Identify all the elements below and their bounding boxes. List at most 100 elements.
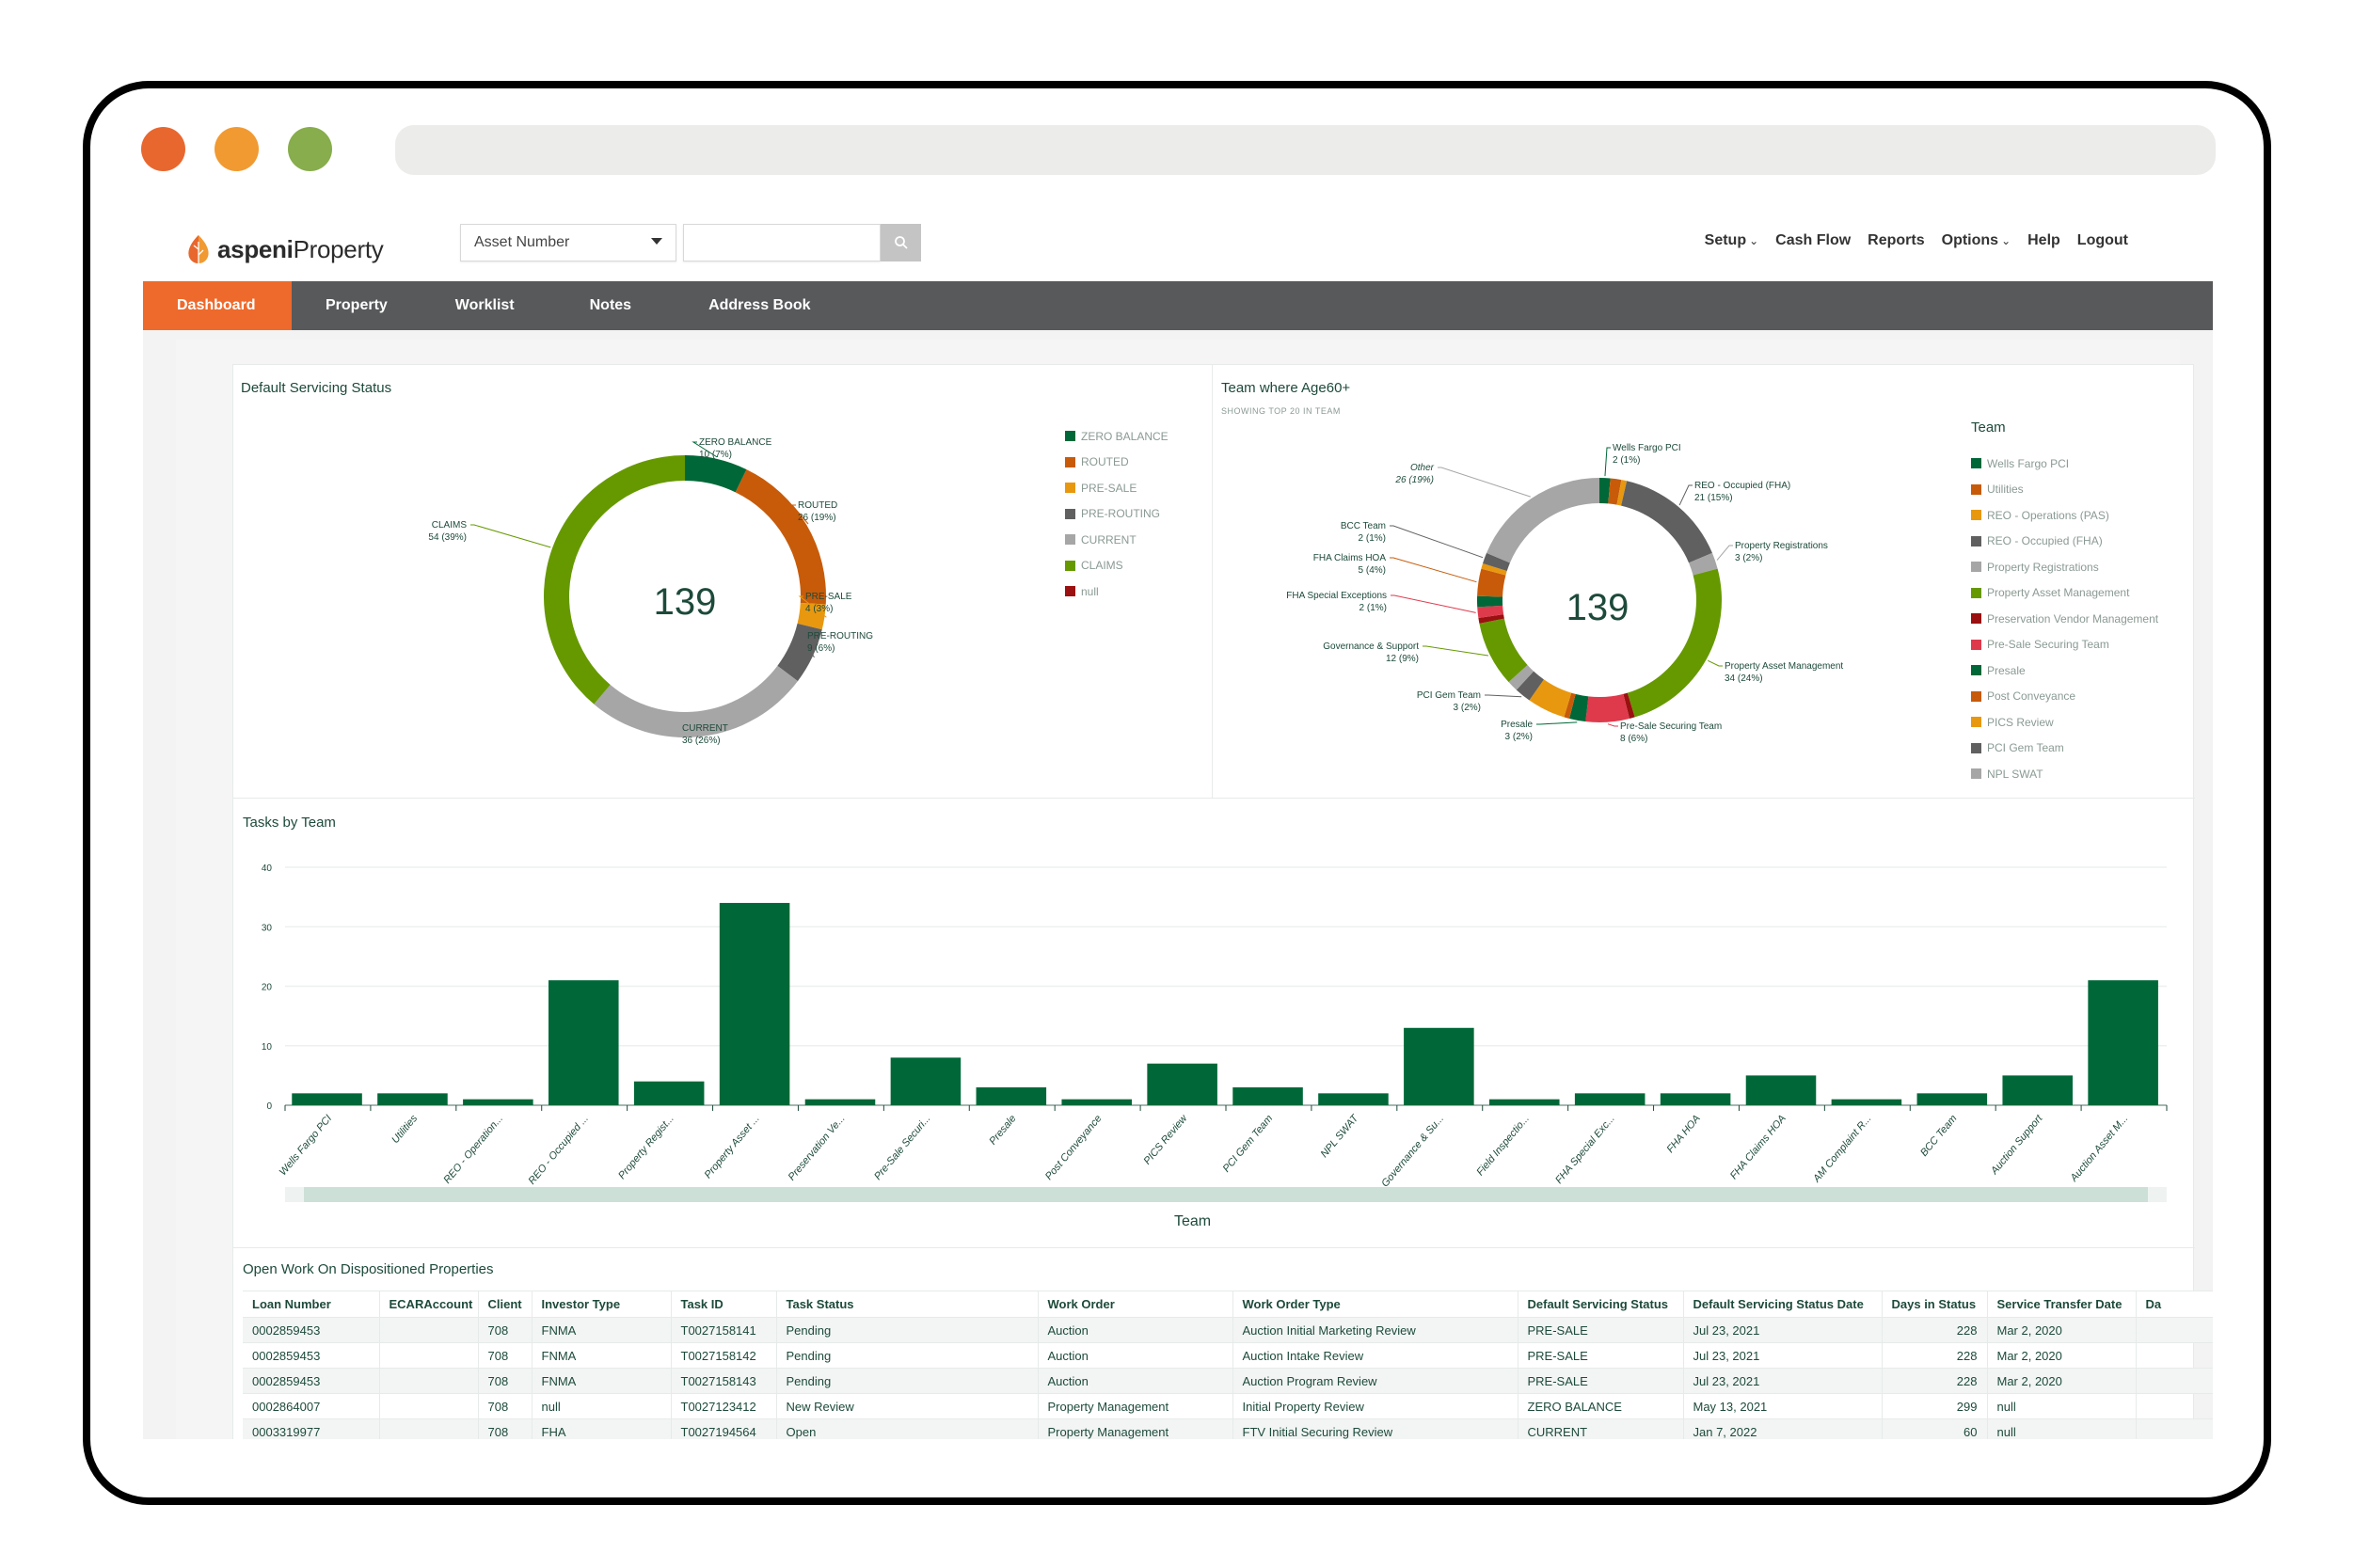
search-field-select[interactable]: Asset Number bbox=[460, 224, 676, 261]
nav-tab-worklist[interactable]: Worklist bbox=[421, 281, 549, 330]
table-title: Open Work On Dispositioned Properties bbox=[243, 1261, 494, 1277]
table-row[interactable]: 0002859453 708 FNMA T0027158141 Pending Aucti… bbox=[243, 1317, 2213, 1343]
cell-work-order: Property Management bbox=[1038, 1418, 1233, 1439]
bar-utilities[interactable] bbox=[377, 1093, 448, 1105]
scrollbar-left-handle[interactable] bbox=[285, 1187, 304, 1202]
callout-reo-occupied-fha: REO - Occupied (FHA) 21 (15%) bbox=[1694, 481, 1791, 503]
chart-range-scrollbar[interactable] bbox=[285, 1187, 2167, 1202]
cell-default-servicing-status: PRE-SALE bbox=[1518, 1342, 1684, 1369]
bar-pci-gem-team[interactable] bbox=[1232, 1087, 1303, 1105]
bar-pre-sale-securi[interactable] bbox=[890, 1057, 962, 1105]
column-header-service-transfer-date[interactable]: Service Transfer Date bbox=[1987, 1291, 2137, 1318]
bar-field-inspectio[interactable] bbox=[1489, 1099, 1560, 1105]
nav-tab-property[interactable]: Property bbox=[292, 281, 421, 330]
table-row[interactable]: 0003319977 708 FHA T0027194564 Open Property … bbox=[243, 1418, 2213, 1439]
cell-work-order-type: Initial Property Review bbox=[1232, 1393, 1518, 1419]
x-tick-label: Post Conveyance bbox=[1043, 1113, 1105, 1182]
top-link-cash-flow[interactable]: Cash Flow bbox=[1775, 232, 1851, 249]
nav-tab-address-book[interactable]: Address Book bbox=[675, 281, 844, 330]
column-header-work-order-type[interactable]: Work Order Type bbox=[1232, 1291, 1518, 1318]
cell-investor-type: FHA bbox=[532, 1418, 672, 1439]
cell-investor-type: FNMA bbox=[532, 1342, 672, 1369]
bar-pics-review[interactable] bbox=[1147, 1063, 1217, 1105]
logo-text: aspeniProperty bbox=[217, 234, 384, 263]
top-link-reports[interactable]: Reports bbox=[1868, 232, 1924, 249]
cell-da bbox=[2136, 1342, 2213, 1369]
window-maximize-button[interactable] bbox=[288, 127, 332, 171]
cell-investor-type: FNMA bbox=[532, 1368, 672, 1394]
bar-am-complaint-r[interactable] bbox=[1831, 1099, 1902, 1105]
scrollbar-right-handle[interactable] bbox=[2148, 1187, 2167, 1202]
callout-pre-routing: PRE-ROUTING 9 (6%) bbox=[807, 631, 873, 654]
cell-task-status: Pending bbox=[776, 1317, 1039, 1343]
top-link-logout[interactable]: Logout bbox=[2077, 232, 2128, 249]
bar-post-conveyance[interactable] bbox=[1061, 1099, 1132, 1105]
column-header-default-servicing-status-date[interactable]: Default Servicing Status Date bbox=[1683, 1291, 1883, 1318]
column-header-task-status[interactable]: Task Status bbox=[776, 1291, 1039, 1318]
callout-routed: ROUTED 26 (19%) bbox=[798, 500, 838, 523]
x-tick-label: Field Inspectio... bbox=[1474, 1113, 1532, 1178]
bar-property-asset[interactable] bbox=[719, 902, 790, 1105]
bar-wells-fargo-pci[interactable] bbox=[292, 1093, 362, 1105]
column-header-client[interactable]: Client bbox=[478, 1291, 533, 1318]
cell-task-status: Open bbox=[776, 1418, 1039, 1439]
bar-auction-asset-m[interactable] bbox=[2088, 980, 2158, 1105]
cell-ecaraccount bbox=[379, 1342, 479, 1369]
bar-property-regist[interactable] bbox=[633, 1081, 705, 1105]
callout-pre-sale-securing-team: Pre-Sale Securing Team 8 (6%) bbox=[1620, 721, 1723, 744]
content-area: Default Servicing Status 139 ZERO BALANC… bbox=[143, 330, 2213, 1439]
bar-bcc-team[interactable] bbox=[1916, 1093, 1988, 1105]
cell-default-servicing-status-date: Jul 23, 2021 bbox=[1683, 1368, 1883, 1394]
table-row[interactable]: 0002859453 708 FNMA T0027158143 Pending Aucti… bbox=[243, 1368, 2213, 1394]
column-header-days-in-status[interactable]: Days in Status bbox=[1882, 1291, 1988, 1318]
column-header-da[interactable]: Da bbox=[2136, 1291, 2213, 1318]
top-link-setup[interactable]: Setup ⌄ bbox=[1705, 232, 1759, 249]
cell-investor-type: FNMA bbox=[532, 1317, 672, 1343]
bar-fha-claims-hoa[interactable] bbox=[1745, 1075, 1817, 1105]
address-bar[interactable] bbox=[395, 125, 2216, 175]
cell-da bbox=[2136, 1368, 2213, 1394]
nav-tab-dashboard[interactable]: Dashboard bbox=[143, 281, 292, 330]
bar-preservation-ve[interactable] bbox=[804, 1099, 876, 1105]
column-header-task-id[interactable]: Task ID bbox=[671, 1291, 777, 1318]
search-button[interactable] bbox=[881, 224, 921, 261]
x-tick-label: FHA HOA bbox=[1664, 1113, 1702, 1155]
cell-service-transfer-date: null bbox=[1987, 1418, 2137, 1439]
cell-client: 708 bbox=[478, 1342, 533, 1369]
table-row[interactable]: 0002864007 708 null T0027123412 New Review Pr… bbox=[243, 1393, 2213, 1419]
bar-fha-hoa[interactable] bbox=[1660, 1093, 1731, 1105]
callout-bcc-team: BCC Team 2 (1%) bbox=[1340, 521, 1386, 544]
window-minimize-button[interactable] bbox=[215, 127, 259, 171]
search-input[interactable] bbox=[683, 224, 881, 261]
nav-tab-notes[interactable]: Notes bbox=[549, 281, 675, 330]
cell-work-order: Property Management bbox=[1038, 1393, 1233, 1419]
bar-presale[interactable] bbox=[976, 1087, 1047, 1105]
top-link-help[interactable]: Help bbox=[2027, 232, 2060, 249]
open-work-table: Loan Number ECARAccount Client Investor Typ… bbox=[243, 1291, 2213, 1439]
bar-auction-support[interactable] bbox=[2002, 1075, 2073, 1105]
cell-default-servicing-status: PRE-SALE bbox=[1518, 1368, 1684, 1394]
bar-reo-operation[interactable] bbox=[463, 1099, 533, 1105]
bar-reo-occupied[interactable] bbox=[549, 980, 619, 1105]
x-tick-label: Preservation Ve... bbox=[787, 1113, 848, 1182]
bar-governance-su[interactable] bbox=[1404, 1027, 1474, 1105]
cell-days-in-status: 228 bbox=[1882, 1342, 1988, 1369]
column-header-work-order[interactable]: Work Order bbox=[1038, 1291, 1233, 1318]
cell-task-status: Pending bbox=[776, 1368, 1039, 1394]
bar-fha-special-exc[interactable] bbox=[1574, 1093, 1646, 1105]
column-header-investor-type[interactable]: Investor Type bbox=[532, 1291, 672, 1318]
column-header-default-servicing-status[interactable]: Default Servicing Status bbox=[1518, 1291, 1684, 1318]
column-header-loan-number[interactable]: Loan Number bbox=[243, 1291, 380, 1318]
y-tick-label: 0 bbox=[266, 1101, 272, 1112]
logo[interactable]: aspeniProperty bbox=[185, 230, 384, 268]
table-row[interactable]: 0002859453 708 FNMA T0027158142 Pending Aucti… bbox=[243, 1342, 2213, 1369]
top-link-options[interactable]: Options ⌄ bbox=[1942, 232, 2011, 249]
bar-npl-swat[interactable] bbox=[1318, 1093, 1389, 1105]
cell-loan-number: 0002859453 bbox=[243, 1317, 380, 1343]
cell-service-transfer-date: Mar 2, 2020 bbox=[1987, 1342, 2137, 1369]
window-close-button[interactable] bbox=[141, 127, 185, 171]
callout-zero-balance: ZERO BALANCE 10 (7%) bbox=[699, 437, 772, 460]
cell-service-transfer-date: null bbox=[1987, 1393, 2137, 1419]
column-header-ecaraccount[interactable]: ECARAccount bbox=[379, 1291, 479, 1318]
x-tick-label: Governance & Su... bbox=[1379, 1113, 1446, 1189]
